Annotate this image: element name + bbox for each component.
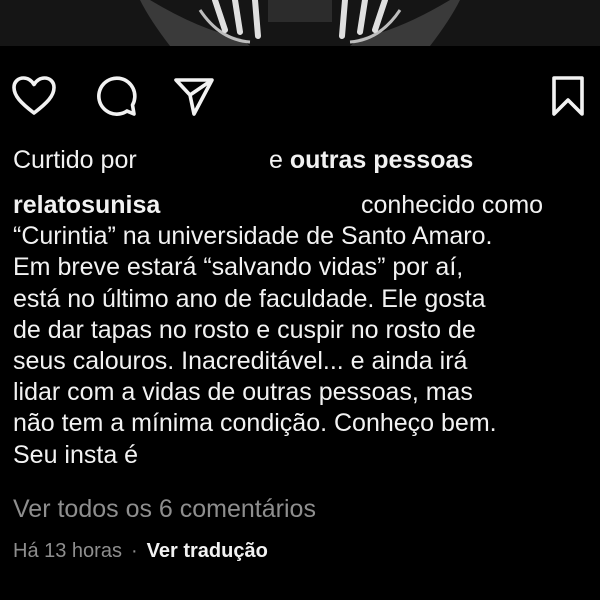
likes-others-label: outras pessoas (289, 146, 474, 174)
likes-summary[interactable]: Curtido por e outras pessoas (13, 144, 593, 176)
caption-line: não tem a mínima condição. Conheço bem. (13, 409, 497, 438)
likes-prefix: Curtido por (13, 146, 137, 174)
caption-line: “Curintia” na universidade de Santo Amar… (13, 222, 493, 251)
comment-button[interactable] (92, 72, 140, 120)
caption-line: Seu insta é (13, 440, 139, 469)
caption-username[interactable]: relatosunisa (13, 191, 160, 219)
post-timestamp: Há 13 horas (13, 540, 122, 562)
meta-separator: · (130, 540, 138, 562)
save-button[interactable] (544, 72, 592, 120)
caption-line: lidar com a vidas de outras pessoas, mas (13, 378, 473, 407)
caption-line: de dar tapas no rosto e cuspir no rosto … (13, 315, 476, 344)
post-action-bar (0, 62, 600, 128)
comment-bubble-icon (97, 76, 137, 116)
like-button[interactable] (10, 72, 58, 120)
caption-line: está no último ano de faculdade. Ele gos… (13, 284, 486, 313)
share-button[interactable] (170, 72, 218, 120)
heart-outline-icon (12, 76, 56, 115)
likes-connector: e (269, 146, 283, 174)
paper-plane-icon (174, 78, 214, 116)
bookmark-outline-icon (552, 76, 584, 116)
view-all-comments-link[interactable]: Ver todos os 6 comentários (13, 493, 316, 525)
post-meta: Há 13 horas · Ver tradução (13, 536, 268, 566)
post-image[interactable] (0, 0, 600, 46)
post-image-artwork (0, 0, 600, 46)
caption-line-1-tail: conhecido como (361, 191, 544, 219)
see-translation-link[interactable]: Ver tradução (147, 540, 268, 562)
caption-line: seus calouros. Inacreditável... e ainda … (13, 346, 468, 375)
likes-others[interactable]: e outras pessoas (269, 144, 473, 176)
caption-line: Em breve estará “salvando vidas” por aí, (13, 253, 464, 282)
post-caption: relatosunisa conhecido como “Curintia” n… (13, 190, 591, 471)
